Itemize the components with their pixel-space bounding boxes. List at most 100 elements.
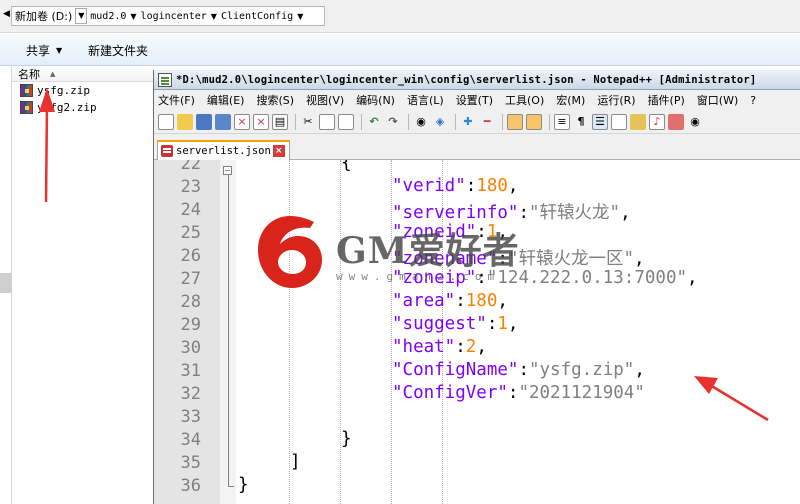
json-value: 1 (486, 222, 498, 242)
zoom-out-icon[interactable]: ━ (479, 114, 495, 130)
breadcrumb-separator-icon[interactable]: ▼ (297, 12, 303, 21)
json-comma: , (476, 337, 487, 357)
indent-guide-icon[interactable]: ☰ (592, 113, 608, 130)
cut-icon[interactable]: ✂ (300, 114, 316, 130)
redo-icon[interactable]: ↷ (385, 114, 401, 130)
navigation-pane[interactable] (0, 66, 12, 504)
copy-icon[interactable] (319, 113, 335, 130)
file-item[interactable]: ysfg.zip (12, 82, 154, 99)
paste-icon[interactable] (338, 113, 354, 130)
column-header-name[interactable]: 名称 ▲ (12, 66, 154, 82)
code-editor[interactable]: − 22{23 "verid":180, 24 "serverinfo":"轩辕火龙"… (154, 160, 800, 504)
code-line[interactable]: 28 "area":180, (154, 290, 800, 313)
new-folder-button[interactable]: 新建文件夹 (88, 42, 148, 59)
json-comma: , (497, 291, 508, 311)
code-line[interactable]: 27 "zoneip":"124.222.0.13:7000", (154, 267, 800, 290)
show-all-chars-icon[interactable]: ¶ (573, 114, 589, 130)
sync-horizontal-icon[interactable] (526, 113, 542, 130)
code-line[interactable]: 22 { (154, 160, 800, 175)
code-text: "ConfigVer":"2021121904" (392, 383, 645, 403)
word-wrap-icon[interactable]: ≡ (554, 113, 570, 130)
menu-edit[interactable]: 编辑(E) (207, 92, 245, 108)
folder-workspace-icon[interactable]: ♪ (649, 113, 665, 130)
menu-language[interactable]: 语言(L) (407, 92, 444, 108)
menu-search[interactable]: 搜索(S) (256, 92, 294, 108)
replace-icon[interactable]: ◈ (432, 114, 448, 130)
tab-serverlist-json[interactable]: serverlist.json × (157, 140, 290, 160)
menu-run[interactable]: 运行(R) (597, 92, 635, 108)
menu-plugins[interactable]: 插件(P) (648, 92, 685, 108)
json-key: "ConfigName" (392, 360, 519, 380)
breadcrumb-item[interactable]: ClientConfig (221, 11, 293, 22)
code-line[interactable]: 25 "zoneid":1, (154, 221, 800, 244)
code-line[interactable]: 26 "zonename":"轩辕火龙一区", (154, 244, 800, 269)
notepadpp-app-icon (158, 72, 172, 87)
json-value: 180 (465, 291, 498, 311)
code-line[interactable]: 33 (154, 405, 800, 428)
code-text: "heat":2, (392, 337, 487, 357)
menu-tools[interactable]: 工具(O) (505, 92, 544, 108)
menu-help[interactable]: ? (750, 94, 756, 107)
close-all-icon[interactable]: × (253, 113, 269, 130)
breadcrumb-drive[interactable]: 新加卷 (D:) (15, 8, 72, 24)
json-key: "zoneid" (392, 222, 477, 242)
line-number: 29 (180, 315, 201, 335)
sync-vertical-icon[interactable] (507, 113, 523, 130)
line-number: 36 (180, 476, 201, 496)
json-key: "ConfigVer" (392, 383, 508, 403)
file-item[interactable]: ysfg2.zip (12, 99, 154, 116)
code-line[interactable]: 34} (154, 428, 800, 451)
line-number: 34 (180, 430, 201, 450)
code-line[interactable]: 35] (154, 451, 800, 474)
toolbar-separator (408, 113, 409, 130)
menu-macro[interactable]: 宏(M) (556, 92, 585, 108)
menu-settings[interactable]: 设置(T) (456, 92, 493, 108)
menu-file[interactable]: 文件(F) (158, 92, 195, 108)
close-icon[interactable]: × (272, 145, 285, 157)
breadcrumb-item[interactable]: logincenter (141, 11, 207, 22)
code-line[interactable]: 31 "ConfigName":"ysfg.zip", (154, 359, 800, 382)
back-arrow-icon[interactable]: ◀ (3, 9, 10, 19)
json-comma: , (620, 203, 631, 223)
share-button[interactable]: 共享 ▼ (4, 42, 62, 59)
new-file-icon[interactable] (158, 113, 174, 130)
json-colon: : (486, 314, 498, 334)
save-all-icon[interactable] (215, 113, 231, 130)
code-line[interactable]: 29 "suggest":1, (154, 313, 800, 336)
code-text: "area":180, (392, 291, 508, 311)
breadcrumb-separator-icon[interactable]: ▼ (211, 12, 217, 21)
open-file-icon[interactable] (177, 113, 193, 130)
address-breadcrumb[interactable]: 新加卷 (D:) ▼ mud2.0 ▼ logincenter ▼ Client… (11, 6, 325, 26)
chevron-down-icon[interactable]: ▼ (75, 8, 88, 24)
print-icon[interactable]: ▤ (272, 113, 288, 130)
save-icon[interactable] (196, 113, 212, 130)
menu-encoding[interactable]: 编码(N) (356, 92, 395, 108)
find-icon[interactable]: ◉ (413, 114, 429, 130)
menu-view[interactable]: 视图(V) (306, 92, 344, 108)
zoom-in-icon[interactable]: ✚ (460, 114, 476, 130)
code-line[interactable]: 24 "serverinfo":"轩辕火龙", (154, 198, 800, 223)
code-line[interactable]: 30 "heat":2, (154, 336, 800, 359)
winrar-archive-icon (20, 101, 33, 114)
explorer-address-bar: ◀ 新加卷 (D:) ▼ mud2.0 ▼ logincenter ▼ Clie… (0, 0, 800, 33)
window-title-bar[interactable]: *D:\mud2.0\logincenter\logincenter_win\c… (154, 70, 800, 90)
code-line[interactable]: 32 "ConfigVer":"2021121904" (154, 382, 800, 405)
breadcrumb-separator-icon[interactable]: ▼ (130, 12, 136, 21)
json-comma: , (634, 360, 645, 380)
line-number: 32 (180, 384, 201, 404)
code-line[interactable]: 23 "verid":180, (154, 175, 800, 198)
menu-window[interactable]: 窗口(W) (697, 92, 738, 108)
breadcrumb-item[interactable]: mud2.0 (90, 11, 126, 22)
line-number: 26 (180, 246, 201, 266)
doc-map-icon[interactable] (611, 113, 627, 130)
code-text: } (341, 429, 352, 449)
code-line[interactable]: 36} (154, 474, 800, 497)
undo-icon[interactable]: ↶ (366, 114, 382, 130)
close-file-icon[interactable]: × (234, 113, 250, 130)
function-list-icon[interactable] (630, 113, 646, 130)
stop-record-icon[interactable]: ◉ (687, 114, 703, 130)
record-macro-icon[interactable] (668, 113, 684, 130)
window-title: *D:\mud2.0\logincenter\logincenter_win\c… (176, 73, 757, 86)
nav-selection-band (0, 273, 12, 293)
toolbar-separator (549, 113, 550, 130)
